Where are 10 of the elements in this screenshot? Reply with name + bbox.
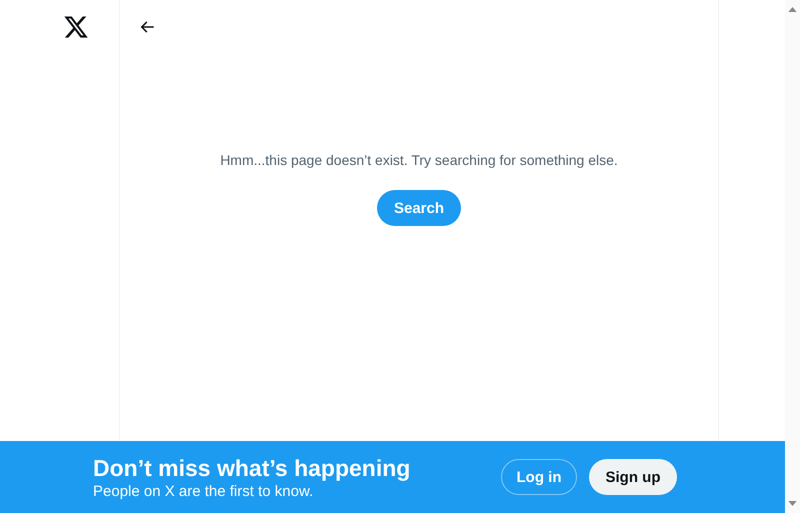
x-logo-icon[interactable] (62, 14, 90, 40)
banner-subtitle: People on X are the first to know. (93, 482, 314, 500)
error-message: Hmm...this page doesn’t exist. Try searching for something else. (220, 152, 618, 168)
scroll-up-icon[interactable] (788, 7, 797, 12)
login-button[interactable]: Log in (501, 459, 577, 495)
banner-headline: Don’t miss what’s happening (93, 454, 412, 482)
search-button[interactable]: Search (376, 190, 462, 226)
scrollbar[interactable] (785, 0, 800, 513)
signup-button[interactable]: Sign up (589, 459, 677, 495)
scroll-down-icon[interactable] (788, 501, 797, 506)
